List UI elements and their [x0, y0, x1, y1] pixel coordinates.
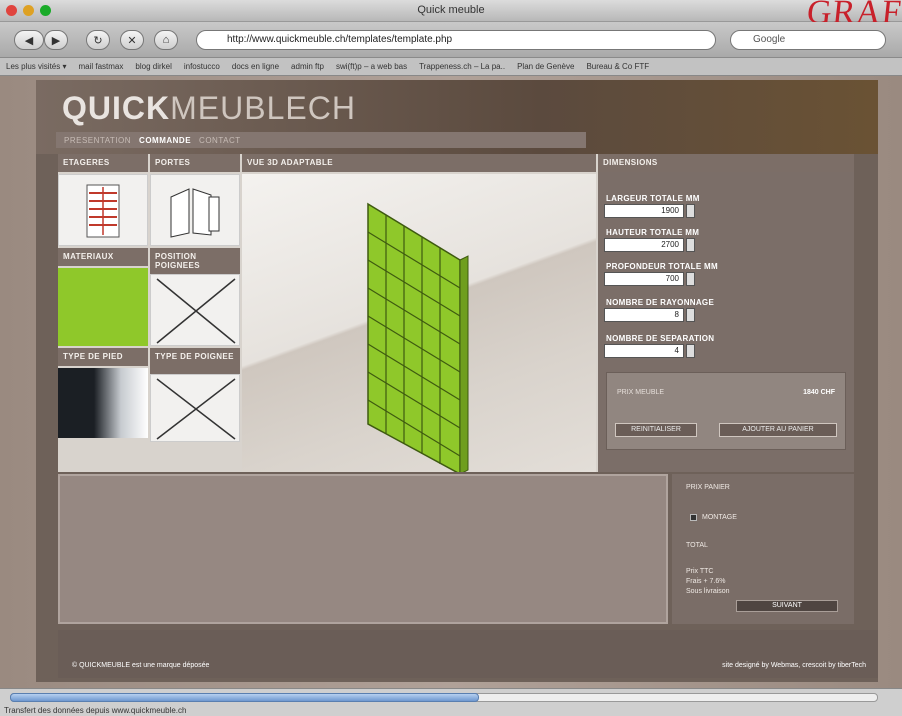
browser-toolbar: ◀ ▶ ↻ ✕ ⌂ http://www.quickmeuble.ch/temp…	[0, 22, 902, 58]
bookmark-item[interactable]: Les plus visités ▾	[6, 62, 66, 71]
position-poignees-heading: POSITION POIGNEES	[150, 248, 240, 274]
site-nav: PRESENTATION COMMANDE CONTACT	[56, 132, 586, 148]
cart-preview	[58, 474, 668, 624]
price-label: PRIX MEUBLE	[617, 389, 665, 396]
type-poignee-heading: TYPE DE POIGNEE	[150, 348, 240, 374]
configurator: ETAGERES MATERIAUX TYPE DE PIED PORTES P…	[58, 154, 854, 476]
price-value: 1840 CHF	[803, 389, 835, 396]
handle-type-option[interactable]	[150, 374, 240, 442]
portes-option[interactable]	[150, 174, 240, 246]
bookmark-item[interactable]: Plan de Genève	[517, 62, 574, 71]
nav-item-contact[interactable]: CONTACT	[199, 136, 241, 145]
portes-heading: PORTES	[150, 154, 240, 172]
door-icon	[170, 188, 220, 238]
search-input[interactable]: Google	[730, 30, 886, 50]
separation-input[interactable]: 4	[604, 344, 684, 358]
hauteur-stepper[interactable]	[686, 238, 695, 252]
stop-icon[interactable]: ✕	[120, 30, 144, 50]
next-button[interactable]: SUIVANT	[736, 600, 838, 612]
largeur-stepper[interactable]	[686, 204, 695, 218]
status-text: Transfert des données depuis www.quickme…	[4, 706, 187, 715]
order-title: PRIX PANIER	[686, 484, 730, 491]
reload-icon[interactable]: ↻	[86, 30, 110, 50]
bookmark-item[interactable]: Bureau & Co FTF	[586, 62, 649, 71]
footer-credits[interactable]: site designé by Webmas, crescoit by tibe…	[722, 662, 866, 669]
separation-label: NOMBRE DE SEPARATION	[606, 334, 715, 343]
profondeur-input[interactable]: 700	[604, 272, 684, 286]
type-pied-heading: TYPE DE PIED	[58, 348, 148, 366]
shelf-icon	[86, 184, 120, 238]
etageres-heading: ETAGERES	[58, 154, 148, 172]
hauteur-input[interactable]: 2700	[604, 238, 684, 252]
profondeur-stepper[interactable]	[686, 272, 695, 286]
bookmark-item[interactable]: docs en ligne	[232, 62, 279, 71]
largeur-label: LARGEUR TOTALE MM	[606, 194, 700, 203]
bookmark-item[interactable]: infostucco	[184, 62, 220, 71]
profondeur-label: PROFONDEUR TOTALE MM	[606, 262, 718, 271]
add-to-cart-button[interactable]: AJOUTER AU PANIER	[719, 423, 837, 437]
bookmark-item[interactable]: blog dirkel	[135, 62, 171, 71]
bookmark-item[interactable]: admin ftp	[291, 62, 324, 71]
total-line-2: Frais + 7.6%	[686, 578, 726, 585]
dimensions-heading: DIMENSIONS	[598, 154, 854, 172]
site-logo[interactable]: QUICKMEUBLECH	[62, 90, 356, 127]
bookmark-item[interactable]: mail fastmax	[78, 62, 123, 71]
none-cross-icon	[156, 378, 236, 440]
home-icon[interactable]: ⌂	[154, 30, 178, 50]
nav-item-presentation[interactable]: PRESENTATION	[64, 136, 131, 145]
order-summary: PRIX PANIER MONTAGE TOTAL Prix TTC Frais…	[672, 474, 854, 624]
bookmarks-bar: Les plus visités ▾ mail fastmax blog dir…	[0, 58, 902, 76]
largeur-input[interactable]: 1900	[604, 204, 684, 218]
nav-item-commande[interactable]: COMMANDE	[139, 136, 191, 145]
footer-copyright: © QUICKMEUBLE est une marque déposée	[72, 662, 210, 669]
total-line-3: Sous livraison	[686, 588, 730, 595]
total-label: TOTAL	[686, 542, 708, 549]
total-line-1: Prix TTC	[686, 568, 714, 575]
none-cross-icon	[156, 278, 236, 344]
hauteur-label: HAUTEUR TOTALE MM	[606, 228, 700, 237]
vue-3d-heading: VUE 3D ADAPTABLE	[242, 154, 596, 172]
material-swatch-green[interactable]	[58, 268, 148, 346]
status-bar: Transfert des données depuis www.quickme…	[0, 688, 902, 716]
dimensions-panel: DIMENSIONS LARGEUR TOTALE MM 1900 HAUTEU…	[598, 154, 854, 472]
rayonnage-stepper[interactable]	[686, 308, 695, 322]
bookmark-item[interactable]: swi(ft)p – a web bas	[336, 62, 407, 71]
shelf-3d-model	[367, 202, 469, 476]
window-title: Quick meuble	[417, 4, 485, 16]
materiaux-heading: MATERIAUX	[58, 248, 148, 266]
etageres-option[interactable]	[58, 174, 148, 246]
montage-label: MONTAGE	[702, 514, 737, 521]
price-box: PRIX MEUBLE 1840 CHF REINITIALISER AJOUT…	[606, 372, 846, 450]
browser-window: Quick meuble GRAF ◀ ▶ ↻ ✕ ⌂ http://www.q…	[0, 0, 902, 716]
site-header: QUICKMEUBLECH PRESENTATION COMMANDE CONT…	[36, 80, 878, 154]
bookmark-item[interactable]: Trappeness.ch – La pa..	[419, 62, 505, 71]
handle-position-option[interactable]	[150, 274, 240, 346]
3d-view[interactable]	[242, 174, 596, 476]
foot-type-option[interactable]	[58, 368, 148, 438]
url-field[interactable]: http://www.quickmeuble.ch/templates/temp…	[196, 30, 716, 50]
rayonnage-input[interactable]: 8	[604, 308, 684, 322]
progress-bar	[10, 693, 479, 702]
site-footer: © QUICKMEUBLE est une marque déposée sit…	[58, 630, 878, 678]
montage-checkbox[interactable]	[690, 514, 697, 521]
back-button[interactable]: ◀	[14, 30, 44, 50]
site-container: QUICKMEUBLECH PRESENTATION COMMANDE CONT…	[36, 80, 878, 682]
forward-button[interactable]: ▶	[44, 30, 68, 50]
reset-button[interactable]: REINITIALISER	[615, 423, 697, 437]
web-page: QUICKMEUBLECH PRESENTATION COMMANDE CONT…	[0, 76, 902, 688]
title-bar: Quick meuble GRAF	[0, 0, 902, 31]
rayonnage-label: NOMBRE DE RAYONNAGE	[606, 298, 715, 307]
separation-stepper[interactable]	[686, 344, 695, 358]
